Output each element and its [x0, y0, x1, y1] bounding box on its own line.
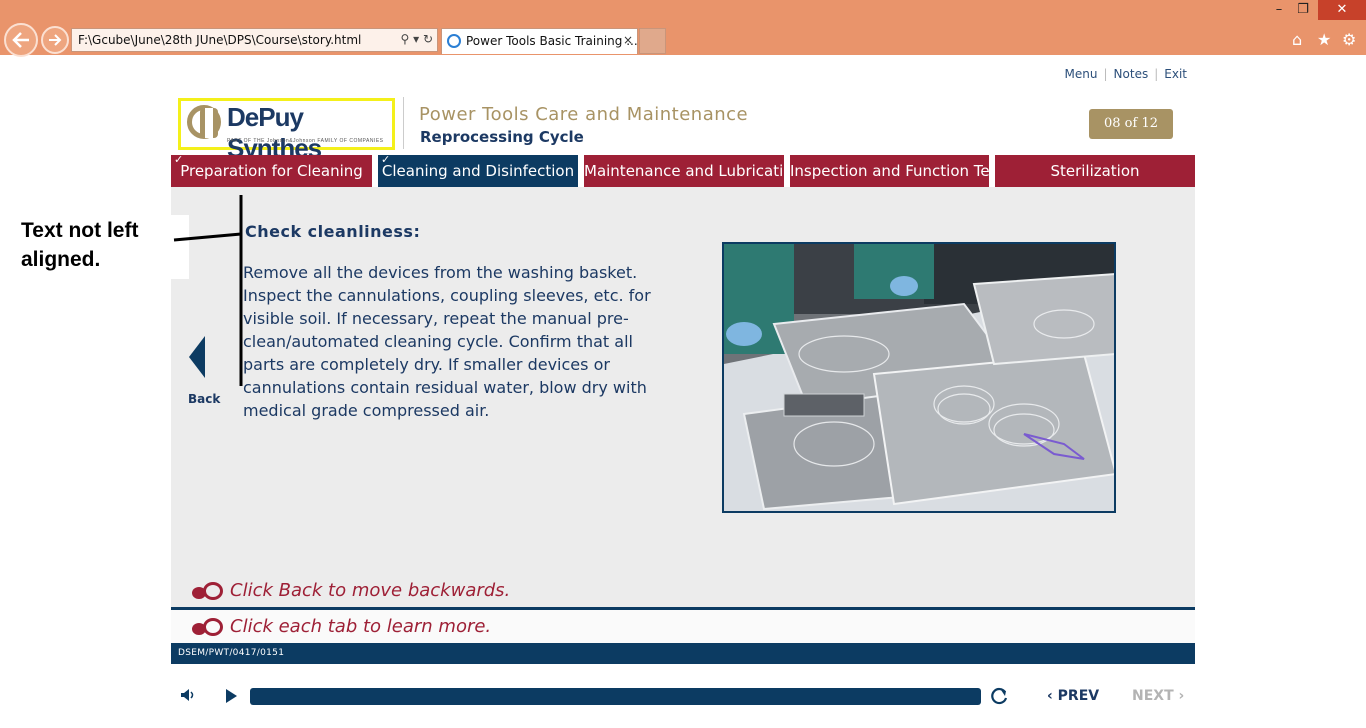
address-bar[interactable]: F:\Gcube\June\28th JUne\DPS\Course\story…: [71, 28, 438, 52]
exit-link[interactable]: Exit: [1164, 67, 1187, 81]
annotation-note: Text not left aligned.: [21, 219, 139, 271]
next-label: NEXT: [1132, 688, 1174, 704]
hint-back: Click Back to move backwards.: [192, 580, 510, 601]
window-minimize-button[interactable]: –: [1268, 0, 1290, 20]
favorites-star-icon[interactable]: ★: [1317, 30, 1331, 49]
course-subtitle: Reprocessing Cycle: [420, 128, 584, 146]
tab-label: Cleaning and Disinfection: [381, 162, 575, 180]
footer-code: DSEM/PWT/0417/0151: [178, 648, 285, 658]
next-button[interactable]: NEXT ›: [1132, 688, 1184, 704]
tab-inspection-and-function-test[interactable]: Inspection and Function Test: [790, 155, 1003, 187]
browser-chrome: F:\Gcube\June\28th JUne\DPS\Course\story…: [0, 0, 1366, 57]
browser-tab[interactable]: Power Tools Basic Training ... ×: [441, 28, 638, 54]
separator: |: [1103, 67, 1108, 81]
browser-forward-button[interactable]: [41, 26, 69, 54]
header-divider: [403, 97, 404, 149]
settings-gear-icon[interactable]: ⚙: [1342, 30, 1356, 49]
instrument-trays-photo: [722, 242, 1116, 513]
window-maximize-button[interactable]: ❐: [1292, 0, 1314, 20]
home-icon[interactable]: ⌂: [1292, 30, 1302, 49]
brand-logo: DePuy Synthes PART OF THE Johnson&Johnso…: [178, 98, 395, 163]
annotation-callout-lines: [173, 195, 243, 386]
tab-label: Preparation for Cleaning: [180, 162, 363, 180]
screen: F:\Gcube\June\28th JUne\DPS\Course\story…: [0, 0, 1366, 728]
logo-mark-icon: [187, 105, 221, 139]
prev-label: PREV: [1057, 688, 1100, 704]
checkmark-icon: ✓: [174, 153, 184, 166]
back-label: Back: [188, 392, 221, 406]
hint-tabs: Click each tab to learn more.: [192, 616, 491, 637]
replay-icon[interactable]: [991, 687, 1009, 705]
hint-tabs-text: Click each tab to learn more.: [230, 616, 492, 637]
content-body: Remove all the devices from the washing …: [243, 263, 651, 420]
window-close-button[interactable]: ✕: [1318, 0, 1366, 20]
checkmark-icon: ✓: [381, 153, 391, 166]
menu-link[interactable]: Menu: [1065, 67, 1098, 81]
seek-bar[interactable]: [250, 688, 981, 705]
notes-link[interactable]: Notes: [1114, 67, 1149, 81]
tab-title: Power Tools Basic Training ...: [466, 34, 638, 48]
address-icons[interactable]: ⚲ ▾ ↻: [401, 32, 434, 46]
brand-tagline: PART OF THE Johnson&Johnson FAMILY OF CO…: [227, 138, 384, 144]
mouse-click-icon: [192, 582, 223, 600]
tab-label: Maintenance and Lubrication: [584, 162, 802, 180]
footer-code-bar: DSEM/PWT/0417/0151: [171, 643, 1195, 664]
media-player: ‹ PREV NEXT ›: [171, 680, 1195, 714]
mouse-click-icon: [192, 618, 223, 636]
browser-back-button[interactable]: [4, 23, 38, 57]
address-text: F:\Gcube\June\28th JUne\DPS\Course\story…: [78, 33, 362, 47]
tab-cleaning-and-disinfection[interactable]: ✓ Cleaning and Disinfection: [378, 153, 578, 187]
volume-icon[interactable]: [180, 688, 196, 702]
course-tabs: ✓ Preparation for Cleaning ✓ Cleaning an…: [171, 153, 1195, 187]
tab-sterilization[interactable]: Sterilization: [995, 155, 1195, 187]
play-button[interactable]: [226, 689, 237, 703]
tab-preparation-for-cleaning[interactable]: ✓ Preparation for Cleaning: [171, 153, 372, 187]
slide-counter: 08 of 12: [1089, 109, 1173, 139]
tab-close-icon[interactable]: ×: [623, 33, 633, 47]
arrow-right-icon: [49, 34, 62, 46]
hint-back-text: Click Back to move backwards.: [230, 580, 511, 601]
tab-maintenance-and-lubrication[interactable]: Maintenance and Lubrication: [584, 155, 802, 187]
prev-button[interactable]: ‹ PREV: [1047, 688, 1099, 704]
arrow-left-icon: [12, 32, 29, 48]
new-tab-button[interactable]: [639, 28, 666, 54]
top-links: Menu | Notes | Exit: [1065, 67, 1187, 81]
course-title: Power Tools Care and Maintenance: [419, 104, 749, 125]
tab-label: Inspection and Function Test: [790, 162, 1004, 180]
separator: |: [1154, 67, 1159, 81]
ie-icon: [447, 34, 461, 48]
content-heading: Check cleanliness:: [245, 222, 421, 241]
tab-label: Sterilization: [1050, 162, 1140, 180]
